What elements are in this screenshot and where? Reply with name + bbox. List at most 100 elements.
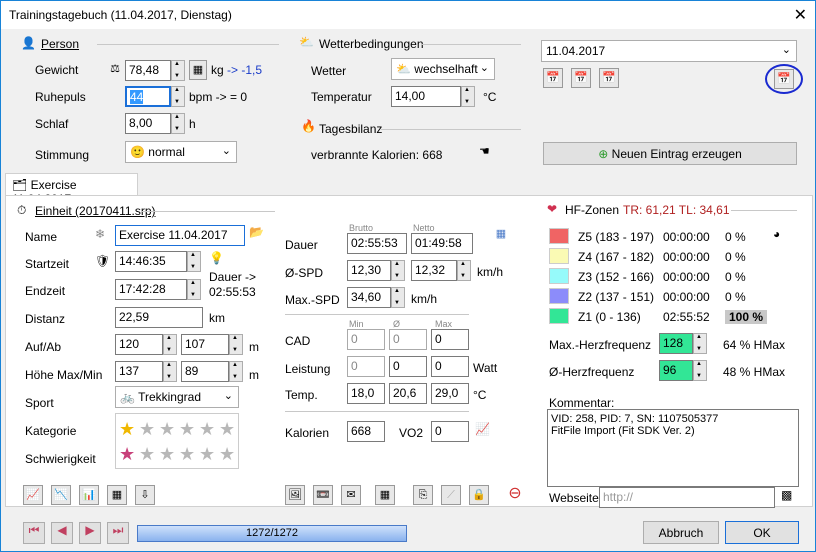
weight-spinner[interactable] [171, 60, 185, 81]
power-max-input[interactable]: 0 [431, 356, 469, 377]
up-spinner[interactable] [163, 334, 177, 355]
first-record-button[interactable]: ⏮ [23, 522, 45, 544]
pulse-spinner[interactable] [171, 86, 185, 107]
star-icon[interactable]: ★ [119, 420, 135, 438]
export-icon[interactable]: ⇩ [135, 485, 155, 505]
calendar-next-icon[interactable]: 📅 [599, 68, 619, 88]
power-avg-input[interactable]: 0 [389, 356, 427, 377]
end-spinner[interactable] [187, 279, 201, 300]
mail-icon[interactable]: ✉ [341, 485, 361, 505]
max-speed-input[interactable]: 34,60 [347, 287, 391, 308]
chevron-down-icon: ⌄ [479, 62, 489, 74]
tape-icon[interactable]: 📼 [313, 485, 333, 505]
zone-percent: 0 % [725, 270, 746, 284]
up-input[interactable]: 120 [115, 334, 163, 355]
copy-icon[interactable]: ⎘ [413, 485, 433, 505]
temperature-input[interactable]: 14,00 [391, 86, 461, 107]
qr-code-icon[interactable]: ▩ [781, 488, 792, 502]
zone-color-swatch [549, 268, 569, 284]
website-input[interactable]: http:// [599, 487, 775, 508]
height-max-input[interactable]: 137 [115, 361, 163, 382]
star-icon[interactable]: ★ [179, 420, 195, 438]
weight-unit: kg [211, 63, 224, 77]
start-input[interactable]: 14:46:35 [115, 251, 187, 272]
vo2-input[interactable]: 0 [431, 421, 469, 442]
close-icon[interactable]: ✕ [794, 5, 807, 25]
calendar-prev-icon[interactable]: 📅 [543, 68, 563, 88]
table-view-icon[interactable]: ▦ [491, 225, 511, 245]
date-value: 11.04.2017 [546, 44, 606, 58]
cad-max-input[interactable]: 0 [431, 329, 469, 350]
hr-section-title: HF-Zonen [565, 203, 620, 217]
name-input[interactable]: Exercise 11.04.2017 [115, 225, 245, 246]
max-speed-spinner[interactable] [391, 287, 405, 308]
star-icon[interactable]: ★ [139, 445, 155, 463]
duration-brutto-input[interactable]: 02:55:53 [347, 233, 407, 254]
avg-hr-input[interactable]: 96 [659, 360, 693, 381]
temp-min-input[interactable]: 18,0 [347, 383, 385, 404]
scale-icon[interactable]: ⚖ [105, 60, 125, 80]
graph-icon[interactable]: 📈 [475, 422, 490, 436]
date-select[interactable]: 11.04.2017 ⌄ [541, 40, 797, 62]
height-min-spinner[interactable] [229, 361, 243, 382]
down-input[interactable]: 107 [181, 334, 229, 355]
delete-icon[interactable]: ⊖ [505, 485, 525, 505]
calendar-today-icon[interactable]: 📅 [571, 68, 591, 88]
tab-exercise[interactable]: 🗂 Exercise 11.04.2017 [5, 173, 138, 206]
start-spinner[interactable] [187, 251, 201, 272]
star-icon[interactable]: ★ [139, 420, 155, 438]
cancel-button[interactable]: Abbruch [643, 521, 719, 544]
avg-hr-spinner[interactable] [693, 360, 707, 381]
avg-speed-brutto-spinner[interactable] [391, 260, 405, 281]
sport-select[interactable]: 🚲 Trekkingrad ⌄ [115, 386, 239, 408]
avg-speed-brutto-input[interactable]: 12,30 [347, 260, 391, 281]
duration-netto-input[interactable]: 01:49:58 [411, 233, 473, 254]
star-icon[interactable]: ★ [159, 420, 175, 438]
temperature-spinner[interactable] [461, 86, 475, 107]
star-icon[interactable]: ★ [199, 445, 215, 463]
star-icon[interactable]: ★ [179, 445, 195, 463]
end-input[interactable]: 17:42:28 [115, 279, 187, 300]
calculator-icon[interactable]: ▦ [189, 60, 207, 80]
height-max-spinner[interactable] [163, 361, 177, 382]
chart-line-icon[interactable]: 📈 [23, 485, 43, 505]
star-icon[interactable]: ★ [119, 445, 135, 463]
mood-select[interactable]: 🙂 normal ⌄ [125, 141, 237, 163]
pie-chart-icon[interactable]: ◕ [773, 227, 780, 241]
avg-speed-netto-input[interactable]: 12,32 [411, 260, 457, 281]
sleep-input[interactable]: 8,00 [125, 113, 171, 134]
weather-select[interactable]: ⛅ wechselhaft ⌄ [391, 58, 495, 80]
down-spinner[interactable] [229, 334, 243, 355]
hand-icon[interactable]: ☚ [479, 144, 490, 158]
comment-textarea[interactable]: VID: 258, PID: 7, SN: 1107505377 FitFile… [547, 409, 799, 487]
star-icon[interactable]: ★ [159, 445, 175, 463]
max-hr-spinner[interactable] [693, 333, 707, 354]
temp-avg-input[interactable]: 20,6 [389, 383, 427, 404]
temp-max-input[interactable]: 29,0 [431, 383, 469, 404]
star-icon[interactable]: ★ [199, 420, 215, 438]
last-record-button[interactable]: ⏭ [107, 522, 129, 544]
next-record-button[interactable]: ▶ [79, 522, 101, 544]
sleep-spinner[interactable] [171, 113, 185, 134]
image-icon[interactable]: 🖼 [285, 485, 305, 505]
calendar-event-icon[interactable]: 📅 [774, 69, 794, 89]
pulse-input[interactable]: 44 [125, 86, 171, 107]
zone-color-swatch [549, 248, 569, 264]
previous-record-button[interactable]: ◀ [51, 522, 73, 544]
max-hr-input[interactable]: 128 [659, 333, 693, 354]
star-icon[interactable]: ★ [219, 445, 235, 463]
star-icon[interactable]: ★ [219, 420, 235, 438]
chart-area-icon[interactable]: 📉 [51, 485, 71, 505]
height-min-input[interactable]: 89 [181, 361, 229, 382]
ok-button[interactable]: OK [725, 521, 799, 544]
distance-input[interactable]: 22,59 [115, 307, 203, 328]
bar-chart-icon[interactable]: 📊 [79, 485, 99, 505]
new-entry-button[interactable]: ⊕ Neuen Eintrag erzeugen [543, 142, 797, 165]
table-icon[interactable]: ▦ [107, 485, 127, 505]
avg-speed-netto-spinner[interactable] [457, 260, 471, 281]
folder-icon[interactable]: 📂 [249, 225, 264, 239]
calculator-icon[interactable]: ▦ [375, 485, 395, 505]
calories-input[interactable]: 668 [347, 421, 385, 442]
person-section-title: Person [41, 37, 80, 51]
weight-input[interactable]: 78,48 [125, 60, 171, 81]
